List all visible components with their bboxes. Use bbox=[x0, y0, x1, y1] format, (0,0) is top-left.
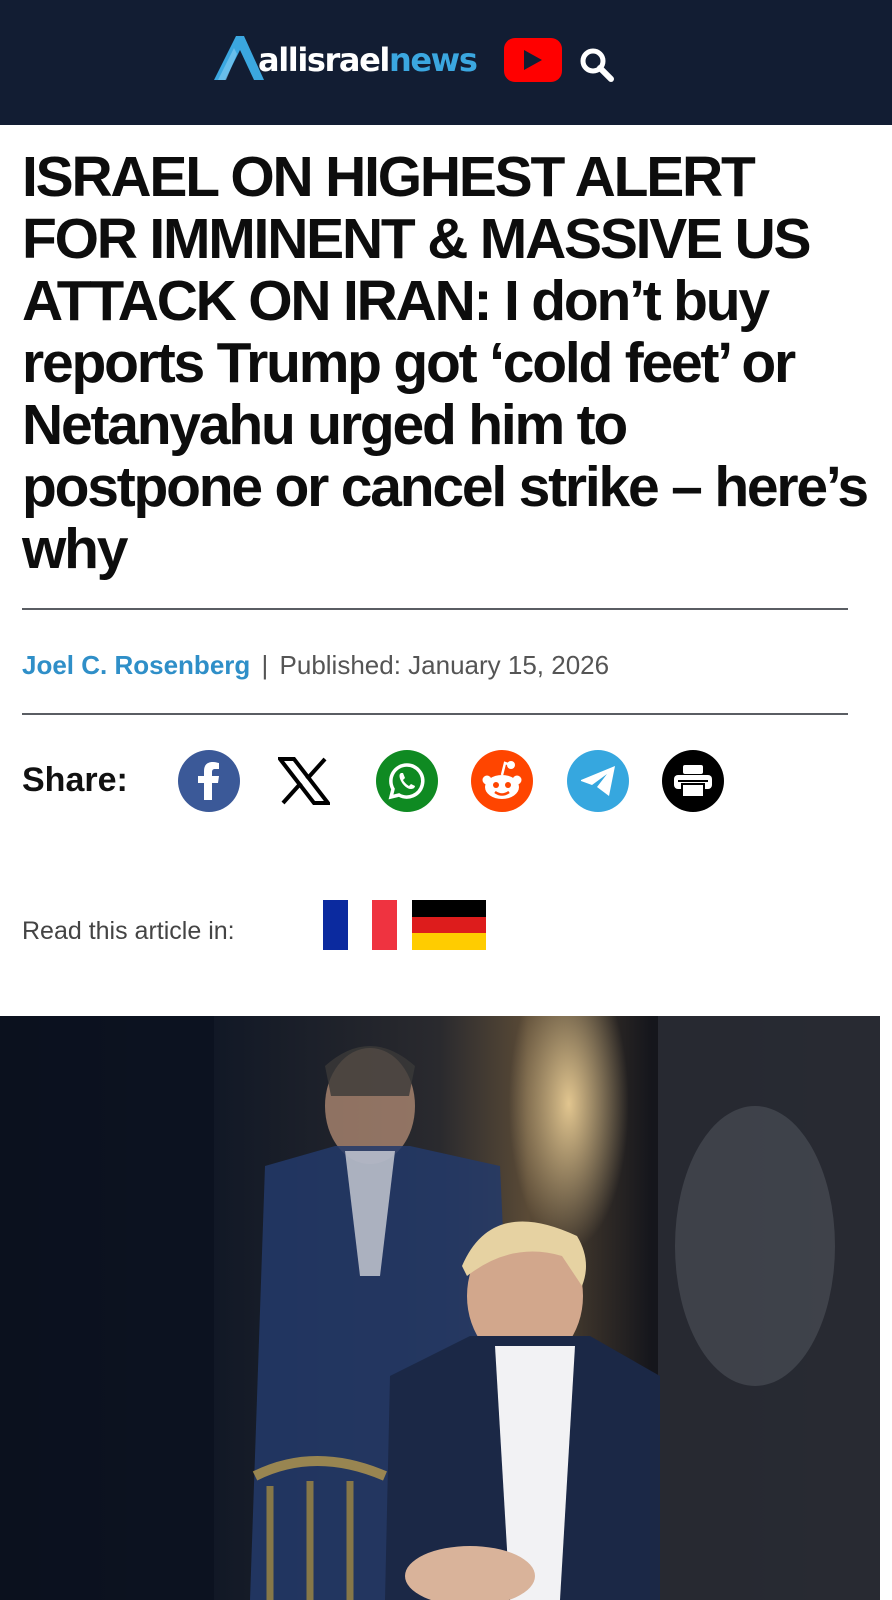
logo-text: allisraelnews bbox=[258, 40, 478, 80]
share-facebook-button[interactable] bbox=[178, 750, 240, 812]
print-button[interactable] bbox=[662, 750, 724, 812]
byline-separator: | bbox=[261, 650, 269, 680]
divider bbox=[22, 713, 848, 715]
article-headline: ISRAEL ON HIGHEST ALERT FOR IMMINENT & M… bbox=[22, 145, 869, 581]
site-logo[interactable]: allisraelnews bbox=[214, 30, 478, 80]
telegram-icon bbox=[581, 766, 615, 796]
hero-image[interactable] bbox=[0, 1016, 880, 1600]
flag-stripe bbox=[412, 916, 486, 934]
flag-stripe bbox=[372, 900, 398, 950]
flag-stripe bbox=[412, 900, 486, 917]
flag-stripe bbox=[323, 900, 348, 950]
hero-photo bbox=[0, 1016, 880, 1600]
x-icon bbox=[278, 757, 330, 805]
site-header: allisraelnews bbox=[0, 0, 892, 125]
whatsapp-icon bbox=[388, 763, 425, 800]
divider bbox=[22, 608, 848, 610]
reddit-icon bbox=[482, 761, 522, 799]
logo-text-accent: news bbox=[389, 41, 478, 79]
share-whatsapp-button[interactable] bbox=[376, 750, 438, 812]
author-link[interactable]: Joel C. Rosenberg bbox=[22, 650, 250, 680]
logo-text-main: allisrael bbox=[258, 41, 390, 79]
publish-date: Published: January 15, 2026 bbox=[279, 650, 610, 680]
france-flag[interactable] bbox=[323, 900, 398, 950]
youtube-button[interactable] bbox=[504, 38, 562, 82]
translations-label: Read this article in: bbox=[22, 917, 235, 945]
byline: Joel C. Rosenberg | Published: January 1… bbox=[22, 648, 609, 682]
search-icon[interactable] bbox=[578, 46, 616, 84]
flag-stripe bbox=[347, 900, 373, 950]
share-telegram-button[interactable] bbox=[567, 750, 629, 812]
share-x-button[interactable] bbox=[273, 750, 335, 812]
youtube-icon bbox=[524, 50, 542, 70]
share-bar: Share: bbox=[22, 750, 178, 810]
print-icon bbox=[674, 765, 712, 798]
facebook-icon bbox=[198, 762, 219, 800]
flag-stripe bbox=[412, 933, 486, 951]
germany-flag[interactable] bbox=[412, 900, 486, 951]
share-label: Share: bbox=[22, 760, 128, 799]
logo-a-icon bbox=[214, 36, 264, 80]
share-reddit-button[interactable] bbox=[471, 750, 533, 812]
